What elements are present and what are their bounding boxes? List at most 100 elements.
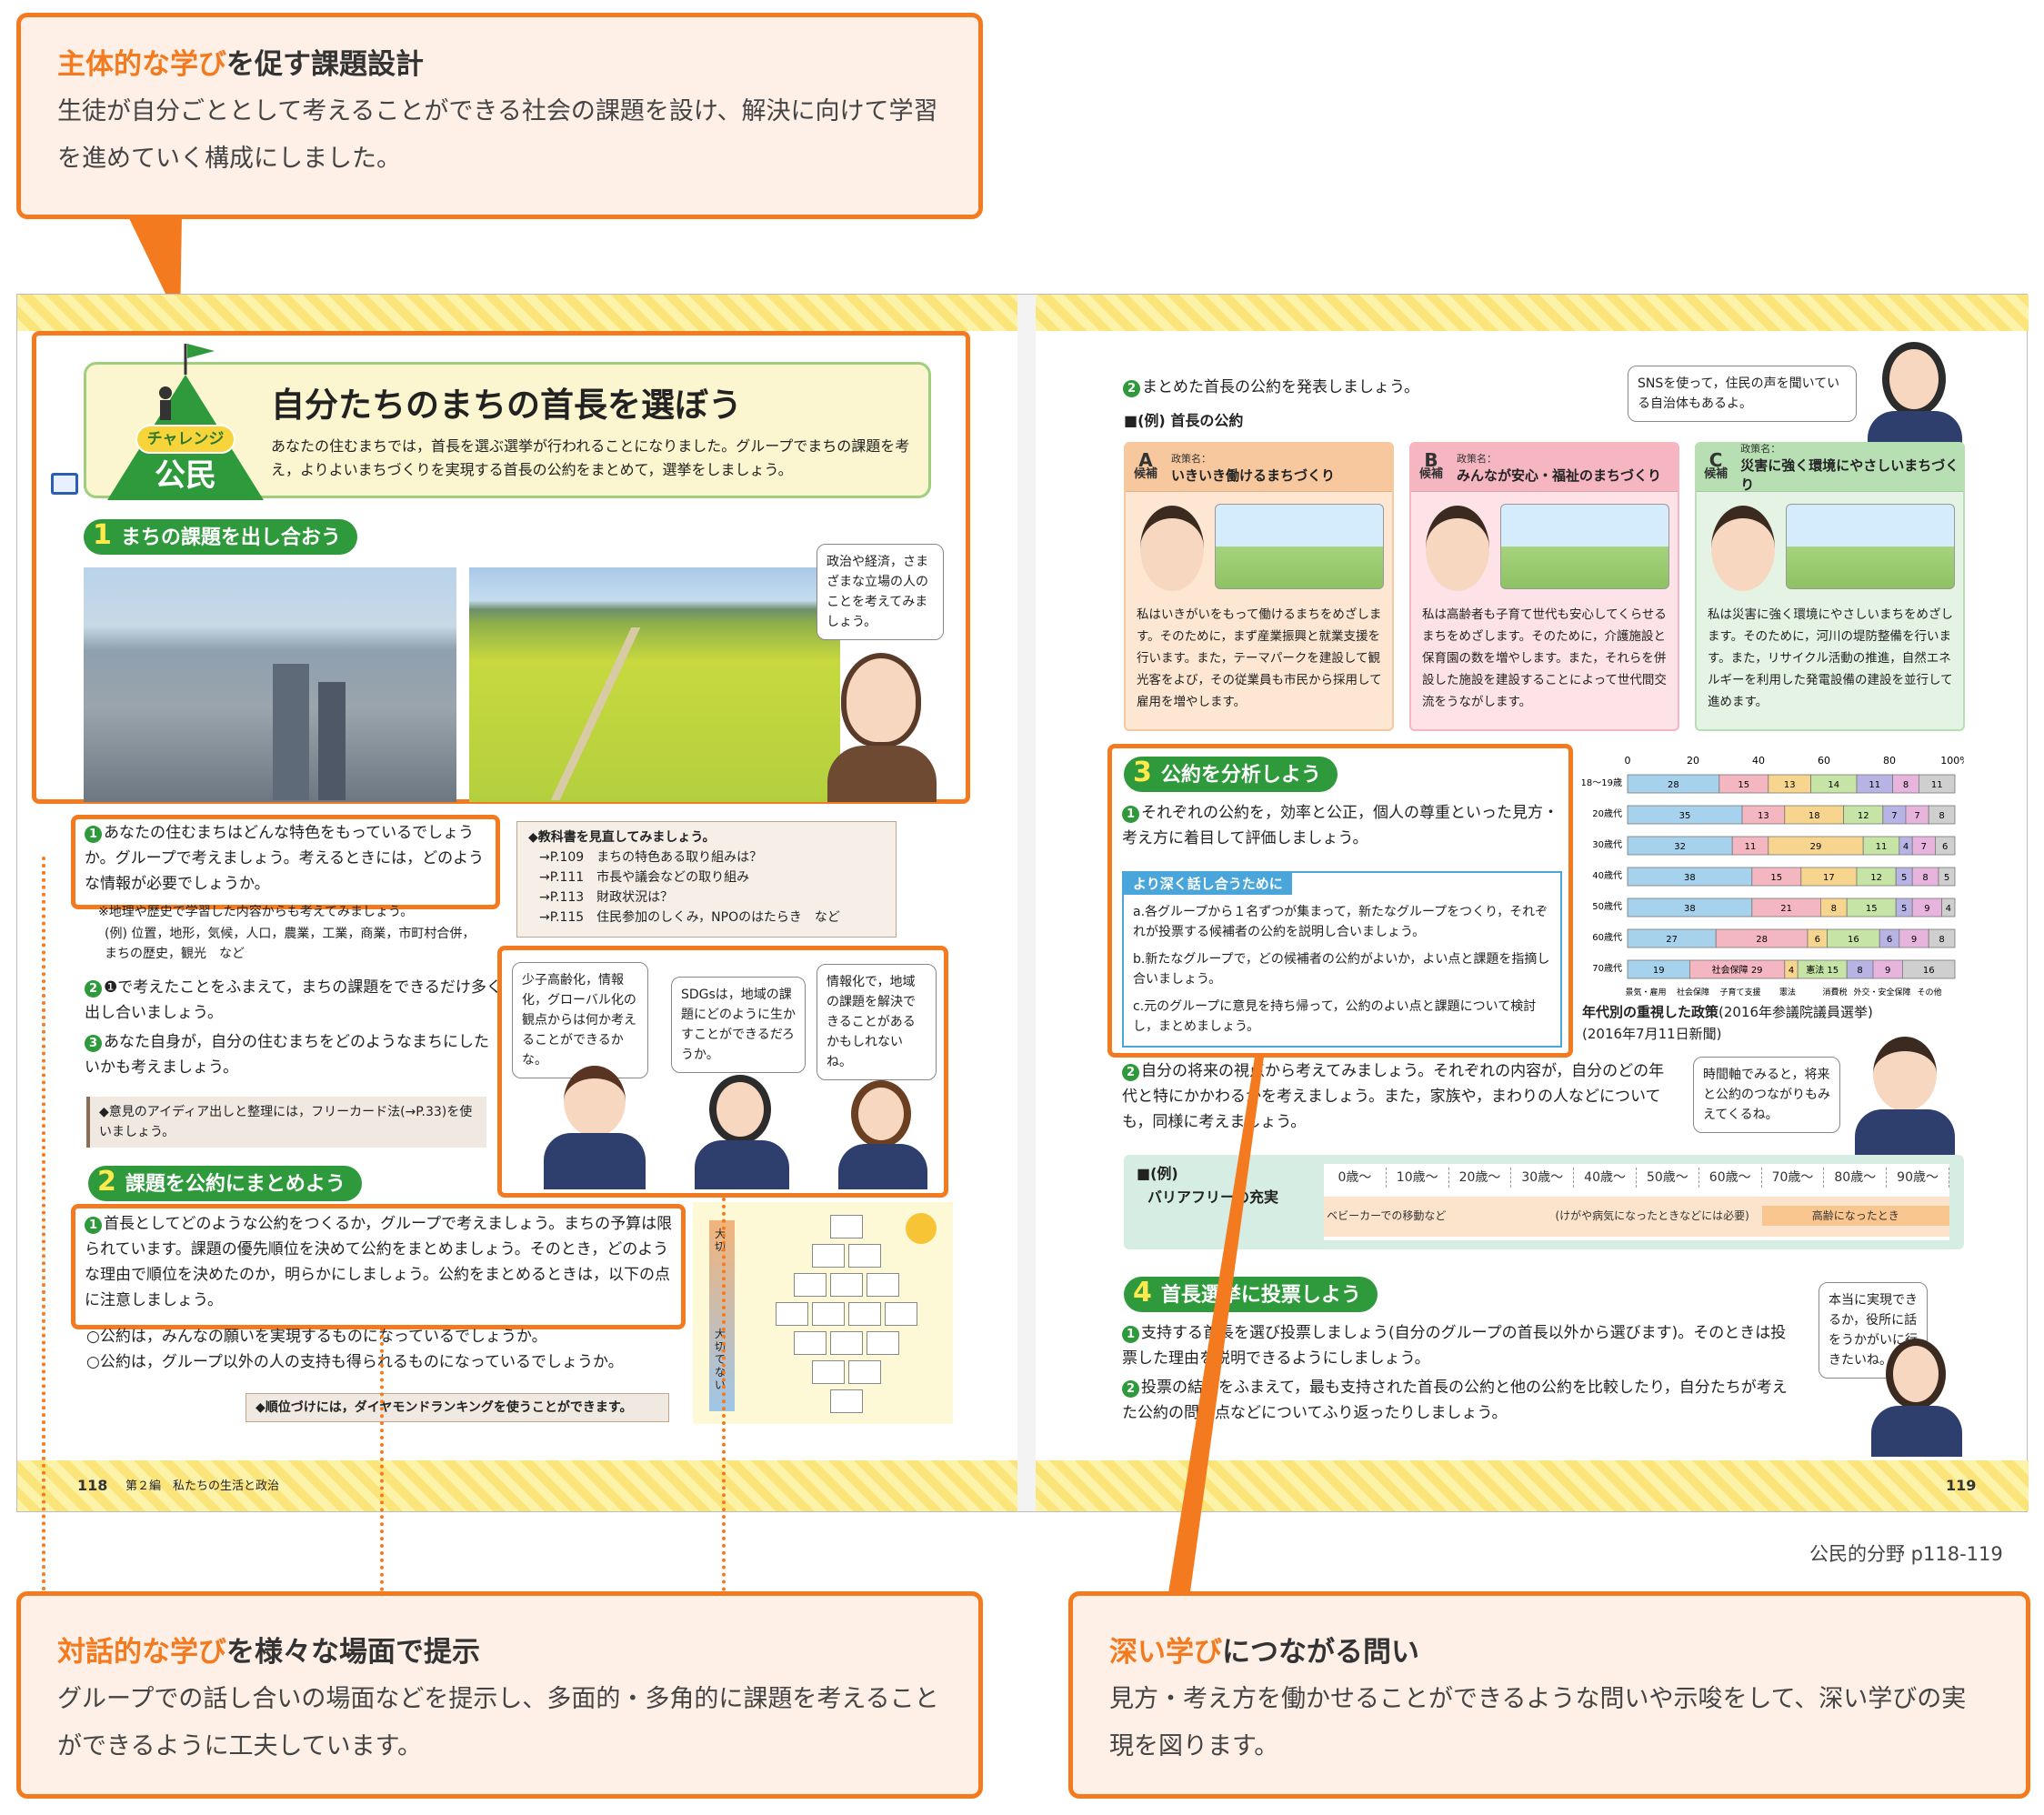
section-2-text: 1 首長としてどのような公約をつくるか，グループで考えましょう。まちの予算は限られ…	[85, 1215, 673, 1309]
chart-data-label: 7	[1914, 811, 1919, 821]
dotted-connector	[42, 857, 45, 1591]
chart-data-label: 15	[1866, 904, 1878, 914]
policy-name: いきいき働けるまちづくり	[1171, 466, 1336, 484]
chart-data-label: 8	[1922, 873, 1928, 883]
guide-girl2-avatar	[1886, 1339, 1946, 1409]
chart-data-label: 6	[1887, 935, 1892, 945]
timeline-age-label: 30歳〜	[1511, 1168, 1575, 1188]
chart-x-tick: 20	[1687, 755, 1699, 767]
policy-label: 政策名：	[1740, 443, 1781, 455]
chart-category-label: 70歳代	[1592, 963, 1622, 974]
timeline-age-label: 70歳〜	[1762, 1168, 1825, 1188]
chart-caption: 年代別の重視した政策(2016年参議院議員選挙)	[1582, 1002, 1964, 1022]
chart-x-tick: 0	[1625, 755, 1631, 767]
section-2-point: ○公約は，みんなの願いを実現するものになっているでしょうか。	[86, 1328, 547, 1346]
ranking-card-slot	[885, 1302, 917, 1326]
chart-category-label: 30歳代	[1592, 839, 1622, 850]
candidate-header: B 候補 政策名： みんなが安心・福祉のまちづくり	[1411, 444, 1678, 492]
callout-deep-learning: 深い学びにつながる問い 見方・考え方を働かせることができるような問いや示唆をして…	[1068, 1591, 2030, 1799]
chart-x-tick: 80	[1883, 755, 1896, 767]
ranking-card-slot	[848, 1302, 881, 1326]
ranking-card-slot	[830, 1331, 863, 1355]
policy-scene	[1786, 504, 1955, 589]
callout-body: グループでの話し合いの場面などを提示し、多面的・多角的に課題を考えることができる…	[57, 1685, 939, 1760]
timeline-age-label: 80歳〜	[1824, 1168, 1888, 1188]
sns-speech-bubble: SNSを使って，住民の声を聞いている自治体もあるよ。	[1628, 366, 1857, 422]
ranking-card-slot	[848, 1244, 881, 1268]
chart-data-label: 9	[1924, 904, 1929, 914]
chart-data-label: 32	[1674, 842, 1686, 852]
gutter	[1017, 295, 1036, 1511]
chart-data-label: 8	[1831, 904, 1837, 914]
candidate-avatar	[1426, 506, 1489, 591]
chart-data-label: 27	[1666, 935, 1678, 945]
step-2-text: 2 まとめた首長の公約を発表しましょう。	[1123, 375, 1419, 400]
candidate-statement: 私はいきがいをもって働けるまちをめざします。そのために，まず産業振興と就業支援を…	[1137, 607, 1382, 709]
chart-data-label: 8	[1903, 780, 1909, 790]
chart-data-label: 7	[1891, 811, 1897, 821]
page-range-caption: 公民的分野 p118-119	[1809, 1543, 2003, 1565]
city-photo-towers	[273, 664, 309, 800]
chart-category-label: 40歳代	[1592, 870, 1622, 881]
chart-data-label: 15	[1770, 873, 1782, 883]
chart-category-label: 20歳代	[1592, 808, 1622, 819]
guide-girl2-body	[1871, 1406, 1962, 1457]
chart-data-label: 9	[1911, 935, 1917, 945]
question-3: 3 あなた自身が，自分の住むまちをどのようなまちにしたいかも考えましょう。	[85, 1033, 489, 1077]
callout-body: 見方・考え方を働かせることができるような問いや示唆をして、深い学びの実現を図りま…	[1109, 1685, 1967, 1760]
city-photo	[84, 567, 456, 802]
student-girl-body	[695, 1140, 789, 1189]
chart-data-label: 4	[1946, 904, 1951, 914]
chart-data-label: 4	[1788, 966, 1794, 976]
policy-name: みんなが安心・福祉のまちづくり	[1457, 466, 1662, 484]
chart-data-label: 8	[1857, 966, 1862, 976]
textbook-review-item: →P.111 市長や議会などの取り組み	[539, 870, 750, 885]
timeline-track: 0歳〜 10歳〜 20歳〜 30歳〜 40歳〜 50歳〜 60歳〜 70歳〜 80歳〜 90歳〜ベ…	[1324, 1164, 1949, 1240]
section-3-heading: 3 公約を分析しよう	[1124, 757, 1338, 792]
chart-data-label: 8	[1939, 811, 1944, 821]
question-2: 2 ❶で考えたことをふまえて，まちの課題をできるだけ多く出し合いましょう。	[85, 978, 502, 1022]
callout-title: 主体的な学びを促す課題設計	[57, 48, 424, 81]
free-card-note: ◆意見のアイディア出しと整理には，フリーカード法(→P.33)を使いましょう。	[86, 1097, 486, 1148]
section-2-heading: 2 課題を公約にまとめよう	[88, 1166, 362, 1201]
chart-category-label: 18～19歳	[1582, 777, 1622, 788]
chart-x-tick: 40	[1752, 755, 1765, 767]
policy-label: 政策名：	[1457, 452, 1497, 465]
chart-legend-label: 憲法	[1779, 987, 1796, 998]
chart-data-label: 9	[1885, 966, 1890, 976]
section-2-point: ○公約は，グループ以外の人の支持も得られるものになっているでしょうか。	[86, 1353, 624, 1371]
student-boy-body	[544, 1133, 646, 1189]
chart-source: (2016年7月11日新聞)	[1582, 1026, 1722, 1042]
student-bubble-2: SDGsは，地域の課題にどのように生かすことができるだろうか。	[671, 977, 806, 1073]
callout-dialogue-learning: 対話的な学びを様々な場面で提示 グループでの話し合いの場面などを提示し、多面的・…	[16, 1591, 983, 1799]
timeline-age-label: 20歳〜	[1449, 1168, 1512, 1188]
teacher-body	[827, 746, 937, 802]
guide-boy-avatar	[1873, 1037, 1937, 1111]
candidate-card-c: C 候補 政策名： 災害に強く環境にやさしいまちづくり 私は災害に強く環境にやさし…	[1695, 442, 1965, 731]
candidate-avatar	[1140, 506, 1204, 591]
ranking-card-slot	[812, 1360, 845, 1384]
textbook-review-title: ◆教科書を見直してみましょう。	[528, 830, 716, 845]
timeline-note: 高齢になったとき	[1761, 1206, 1949, 1226]
candidate-illustration	[1137, 500, 1384, 591]
student-girl2-avatar	[851, 1080, 911, 1148]
timeline-age-label: 40歳〜	[1574, 1168, 1637, 1188]
chart-data-label: 35	[1679, 811, 1691, 821]
deep-learning-pointer	[1167, 1057, 1264, 1599]
chart-data-label: 8	[1939, 935, 1944, 945]
chart-data-label: 5	[1901, 904, 1907, 914]
textbook-review-item: →P.109 まちの特色ある取り組みは？	[539, 850, 763, 865]
diamond-ranking-note: ◆順位づけには，ダイヤモンドランキングを使うことができます。	[245, 1393, 669, 1422]
diamond-ranking-grid	[746, 1215, 946, 1424]
policy-name: 災害に強く環境にやさしいまちづくり	[1740, 457, 1959, 493]
chart-data-label: 5	[1944, 873, 1949, 883]
teacher-speech-bubble: 政治や経済，さまざまな立場の人のことを考えてみましょう。	[817, 544, 944, 640]
ranking-card-slot	[812, 1244, 845, 1268]
timeline-age-label: 60歳〜	[1699, 1168, 1762, 1188]
question-1-example: (例) 位置，地形，気候，人口，農業，工業，商業，市町村合併，まちの歴史，観光 …	[105, 927, 476, 961]
monitor-icon[interactable]	[51, 473, 78, 495]
chart-data-label: 28	[1756, 935, 1768, 945]
chart-data-label: 7	[1921, 842, 1927, 852]
header-stripe-right	[1036, 295, 2029, 331]
candidate-card-b: B 候補 政策名： みんなが安心・福祉のまちづくり 私は高齢者も子育て世代も安心し…	[1409, 442, 1679, 731]
